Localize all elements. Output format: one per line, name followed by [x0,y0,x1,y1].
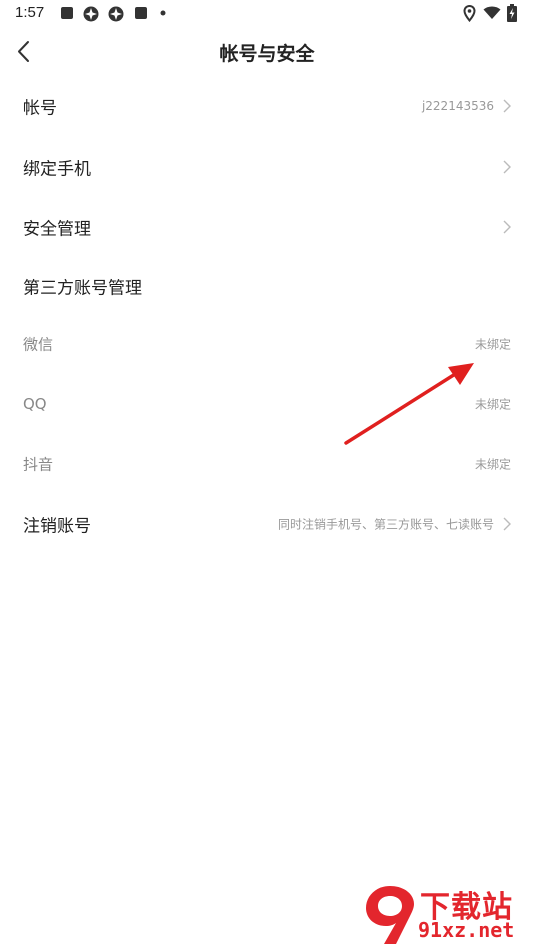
qq-label: QQ [23,395,47,413]
cancel-account-row[interactable]: 注销账号 同时注销手机号、第三方账号、七读账号 [0,494,534,554]
wechat-status: 未绑定 [474,337,511,352]
cancel-account-description: 同时注销手机号、第三方账号、七读账号 [277,517,494,532]
account-label: 帐号 [23,98,57,119]
dot-icon [160,10,166,16]
app-icon [83,6,99,22]
wechat-label: 微信 [23,335,54,354]
battery-charging-icon [507,4,517,22]
bind-phone-row[interactable]: 绑定手机 [0,137,534,197]
qq-status: 未绑定 [474,397,511,412]
cancel-account-label: 注销账号 [23,516,91,537]
douyin-label: 抖音 [23,455,54,474]
annotation-arrow [344,363,474,445]
bind-phone-label: 绑定手机 [23,159,91,180]
security-management-row[interactable]: 安全管理 [0,197,534,257]
douyin-status: 未绑定 [474,457,511,472]
location-icon [463,5,476,22]
security-management-label: 安全管理 [23,219,91,240]
status-time: 1:57 [15,4,45,21]
page-title: 帐号与安全 [219,43,315,65]
status-bar: 1:57 [0,0,534,28]
watermark-logo-icon [366,886,414,944]
wifi-icon [483,6,501,19]
third-party-section-header: 第三方账号管理 [0,256,534,316]
header: 帐号与安全 [0,28,534,76]
watermark-site: 91xz.net [418,918,515,942]
notification-square-icon [135,7,147,19]
account-value: j222143536 [421,99,494,113]
watermark: 下载站 91xz.net [354,878,534,950]
app-icon [108,6,124,22]
third-party-section-label: 第三方账号管理 [23,278,142,299]
chevron-right-icon [503,220,511,234]
chevron-right-icon [503,160,511,174]
account-row[interactable]: 帐号 j222143536 [0,76,534,136]
chevron-right-icon [503,517,511,531]
chevron-right-icon [503,99,511,113]
notification-square-icon [61,7,73,19]
